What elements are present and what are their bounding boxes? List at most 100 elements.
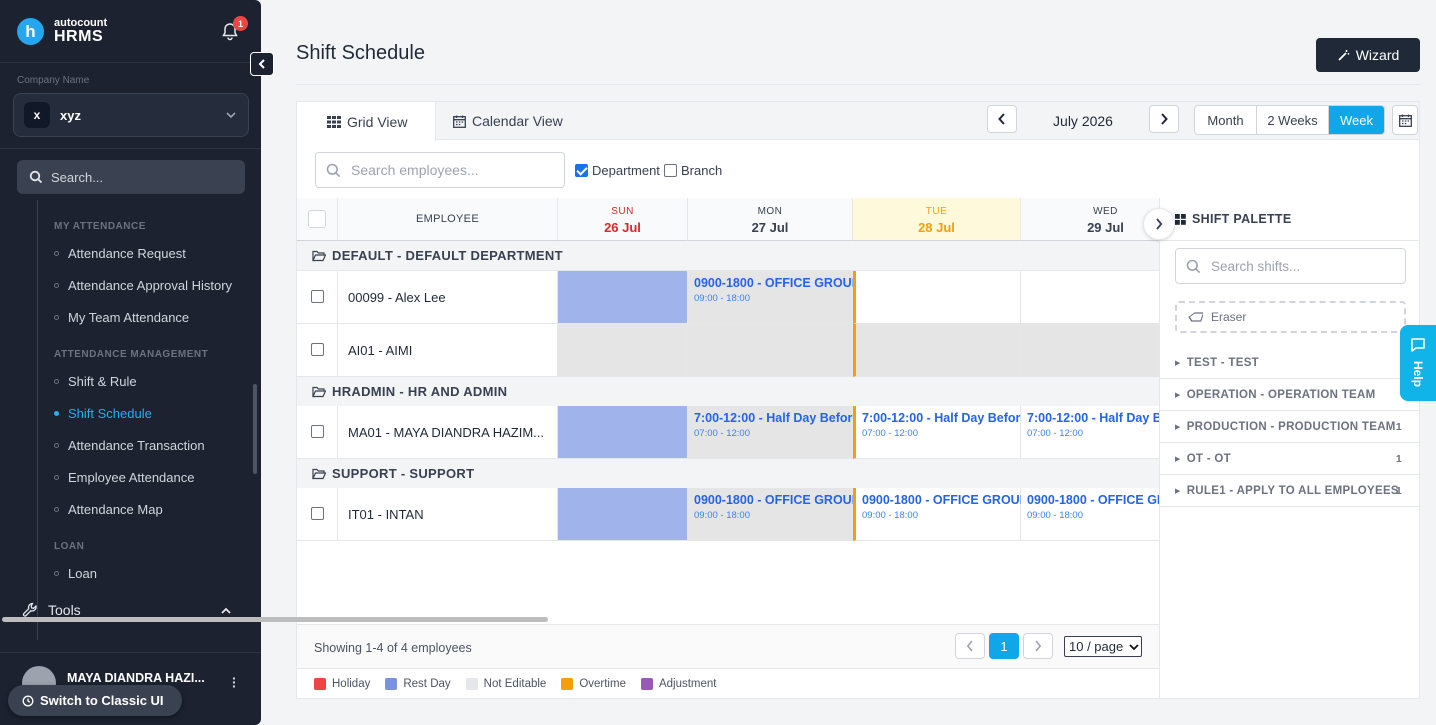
prev-page-button[interactable] — [955, 633, 985, 659]
row-select-cell — [297, 406, 338, 459]
sidebar-scrollbar[interactable] — [253, 384, 257, 474]
department-label: DEFAULT - DEFAULT DEPARTMENT — [332, 248, 563, 263]
day-date: 27 Jul — [751, 220, 789, 235]
caret-right-icon: ▶ — [1175, 359, 1181, 367]
employee-search-input[interactable]: Search employees... — [315, 152, 565, 188]
palette-group-label: RULE1 - APPLY TO ALL EMPLOYEES — [1186, 484, 1399, 497]
schedule-cell[interactable]: 0900-1800 - OFFICE GRO 09:00 - 18:00 — [1021, 488, 1159, 541]
app-logo[interactable]: h autocount HRMS — [17, 18, 107, 45]
grid-horizontal-scrollbar[interactable] — [2, 617, 548, 622]
wizard-button[interactable]: Wizard — [1316, 38, 1420, 72]
next-page-button[interactable] — [1023, 633, 1053, 659]
range-week-button[interactable]: Week — [1329, 106, 1384, 134]
palette-header: SHIFT PALETTE — [1160, 198, 1420, 241]
palette-group-rule1[interactable]: ▶ RULE1 - APPLY TO ALL EMPLOYEES 1 — [1160, 475, 1420, 507]
department-row[interactable]: HRADMIN - HR AND ADMIN — [297, 377, 1159, 407]
schedule-cell-not-editable — [1021, 324, 1159, 377]
sidebar-search-input[interactable]: Search... — [17, 160, 245, 194]
row-checkbox[interactable] — [311, 290, 324, 303]
schedule-cell[interactable]: 0900-1800 - OFFICE GROUP 09:00 - 18:00 — [688, 271, 860, 324]
legend-label: Adjustment — [658, 677, 717, 690]
help-button[interactable]: Help — [1400, 325, 1436, 401]
page-button-1[interactable]: 1 — [989, 633, 1019, 659]
sidebar-item-my-team-attendance[interactable]: My Team Attendance — [54, 310, 189, 325]
sidebar-item-label: Attendance Request — [68, 246, 186, 261]
day-date: 29 Jul — [1087, 220, 1124, 235]
company-select[interactable]: x xyz — [13, 93, 249, 137]
department-filter[interactable]: Department — [575, 163, 660, 178]
sidebar-item-shift-schedule[interactable]: Shift Schedule — [54, 406, 152, 421]
chevron-right-icon — [1035, 640, 1042, 652]
legend: Holiday Rest Day Not Editable Overtime A… — [297, 668, 1159, 698]
logo-mark: h — [17, 18, 44, 45]
legend-label: Holiday — [332, 677, 371, 690]
next-period-button[interactable] — [1149, 105, 1179, 133]
sidebar-item-shift-rule[interactable]: Shift & Rule — [54, 374, 137, 389]
palette-group-operation[interactable]: ▶ OPERATION - OPERATION TEAM — [1160, 379, 1420, 411]
user-name: MAYA DIANDRA HAZI... — [67, 671, 205, 685]
department-checkbox[interactable] — [575, 164, 588, 177]
more-vertical-icon[interactable]: · · · — [232, 671, 237, 693]
sidebar-item-attendance-approval-history[interactable]: Attendance Approval History — [54, 278, 232, 293]
company-label: Company Name — [17, 75, 90, 86]
row-checkbox[interactable] — [311, 343, 324, 356]
chevron-left-icon — [998, 113, 1005, 125]
sidebar-item-tools[interactable]: Tools — [22, 602, 81, 618]
schedule-cell-rest-day[interactable] — [558, 271, 688, 324]
eraser-tool[interactable]: Eraser — [1175, 301, 1406, 333]
branch-filter[interactable]: Branch — [664, 163, 722, 178]
row-checkbox[interactable] — [311, 425, 324, 438]
select-all-checkbox[interactable] — [308, 210, 326, 228]
sidebar-item-loan[interactable]: Loan — [54, 566, 97, 581]
schedule-cell[interactable]: 0900-1800 - OFFICE GROUP 09:00 - 18:00 — [853, 488, 1028, 541]
schedule-cell-rest-day[interactable] — [558, 406, 688, 459]
date-picker-button[interactable] — [1392, 105, 1418, 135]
schedule-cell[interactable]: 7:00-12:00 - Half Day Be 07:00 - 12:00 — [1021, 406, 1159, 459]
palette-group-ot[interactable]: ▶ OT - OT 1 — [1160, 443, 1420, 475]
palette-title: SHIFT PALETTE — [1192, 212, 1292, 226]
sidebar-item-attendance-map[interactable]: Attendance Map — [54, 502, 163, 517]
prev-period-button[interactable] — [987, 105, 1017, 133]
sidebar-item-attendance-transaction[interactable]: Attendance Transaction — [54, 438, 205, 453]
shift-time: 09:00 - 18:00 — [862, 510, 918, 521]
calendar-icon — [453, 115, 466, 128]
range-2weeks-button[interactable]: 2 Weeks — [1257, 106, 1329, 134]
folder-open-icon — [312, 386, 326, 397]
department-row[interactable]: DEFAULT - DEFAULT DEPARTMENT — [297, 241, 1159, 271]
sidebar-item-attendance-request[interactable]: Attendance Request — [54, 246, 186, 261]
row-checkbox[interactable] — [311, 507, 324, 520]
chevron-left-icon — [258, 59, 265, 69]
branch-checkbox[interactable] — [664, 164, 677, 177]
schedule-cell-rest-day[interactable] — [558, 488, 688, 541]
chevron-left-icon — [966, 640, 973, 652]
schedule-cell[interactable] — [1021, 271, 1159, 324]
collapse-sidebar-button[interactable] — [250, 52, 274, 76]
shift-time: 09:00 - 18:00 — [1027, 510, 1083, 521]
toggle-palette-button[interactable] — [1143, 208, 1175, 240]
tab-calendar-view[interactable]: Calendar View — [453, 102, 563, 140]
legend-item-not-editable: Not Editable — [465, 677, 546, 690]
palette-group-label: OPERATION - OPERATION TEAM — [1186, 388, 1376, 401]
switch-classic-ui-button[interactable]: Switch to Classic UI — [8, 685, 182, 716]
company-avatar: x — [24, 102, 50, 128]
palette-group-count: 1 — [1395, 484, 1402, 497]
sidebar-item-employee-attendance[interactable]: Employee Attendance — [54, 470, 194, 485]
department-row[interactable]: SUPPORT - SUPPORT — [297, 459, 1159, 489]
page-size-select[interactable]: 10 / page — [1064, 636, 1142, 657]
employee-cell: IT01 - INTAN — [338, 488, 558, 541]
schedule-cell[interactable]: 7:00-12:00 - Half Day Before 07:00 - 12:… — [688, 406, 859, 459]
palette-group-test[interactable]: ▶ TEST - TEST — [1160, 347, 1420, 379]
caret-right-icon: ▶ — [1175, 455, 1181, 463]
schedule-cell[interactable]: 7:00-12:00 - Half Day Before 07:00 - 12:… — [853, 406, 1027, 459]
tab-grid-view[interactable]: Grid View — [297, 102, 436, 141]
schedule-cell[interactable]: 0900-1800 - OFFICE GROUP 09:00 - 18:00 — [688, 488, 860, 541]
shift-search-input[interactable]: Search shifts... — [1175, 248, 1406, 284]
chevron-up-icon[interactable] — [219, 604, 233, 618]
employee-search-placeholder: Search employees... — [351, 162, 479, 178]
palette-group-production[interactable]: ▶ PRODUCTION - PRODUCTION TEAM 1 — [1160, 411, 1420, 443]
schedule-cell[interactable] — [853, 271, 1021, 324]
shift-name: 0900-1800 - OFFICE GRO — [1027, 493, 1159, 507]
range-month-button[interactable]: Month — [1195, 106, 1257, 134]
day-name: TUE — [925, 206, 948, 217]
employee-cell: 00099 - Alex Lee — [338, 271, 558, 324]
